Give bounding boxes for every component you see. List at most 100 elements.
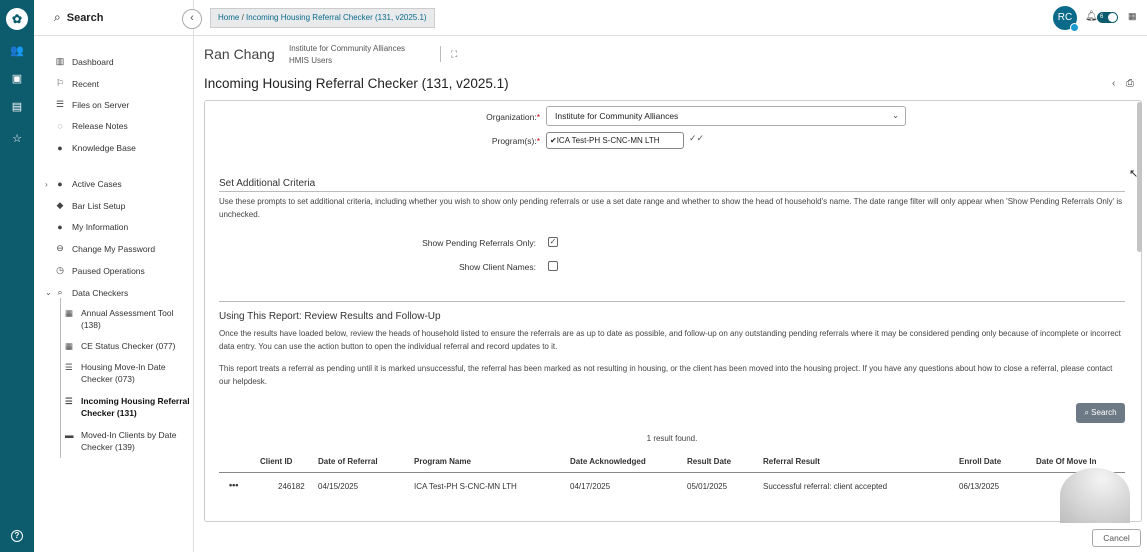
sidebar-search[interactable]: ⌕ Search (34, 0, 193, 36)
calendar-icon: ▦ (65, 341, 74, 351)
sidebar-item-release-notes[interactable]: ◌ Release Notes (54, 121, 127, 131)
bulb-icon: ◌ (57, 121, 63, 131)
org-info: Institute for Community Alliances HMIS U… (289, 43, 405, 67)
page-title: Incoming Housing Referral Checker (131, … (204, 76, 509, 91)
usage-para-1: Once the results have loaded below, revi… (219, 329, 1121, 351)
double-check-icon[interactable]: ✓✓ (689, 133, 704, 144)
top-bar: Home / Incoming Housing Referral Checker… (194, 0, 1147, 36)
help-icon[interactable]: ? (11, 530, 23, 542)
tree-line (60, 298, 61, 458)
row-action-button[interactable]: ••• (229, 480, 238, 490)
flag-icon: ⚐ (55, 78, 65, 88)
cell-program-name: ICA Test-PH S-CNC-MN LTH (414, 482, 517, 491)
column-header[interactable]: Date Of Move In (1036, 457, 1096, 466)
usage-title: Using This Report: Review Results and Fo… (219, 311, 441, 322)
cell-date-of-referral: 04/15/2025 (318, 482, 359, 491)
map-icon: ▥ (55, 56, 65, 66)
person-icon: ● (57, 222, 63, 232)
notification-bell-icon[interactable]: 🔔︎ (1085, 11, 1098, 22)
expand-icon[interactable]: ⛶ (451, 49, 457, 60)
sidebar-item-dashboard[interactable]: ▥ Dashboard (54, 56, 114, 67)
program-chip[interactable]: ✔ICA Test-PH S-CNC-MN LTH (546, 132, 684, 149)
table-header-rule (219, 472, 1125, 473)
sidebar-item-knowledge-base[interactable]: ● Knowledge Base (54, 143, 136, 153)
clients-icon[interactable]: 👥 (0, 44, 34, 57)
client-names-label: Show Client Names: (458, 262, 536, 272)
print-icon[interactable]: ⎙ (1126, 78, 1134, 89)
client-names-checkbox[interactable] (548, 261, 558, 271)
cancel-button[interactable]: Cancel (1092, 529, 1141, 547)
criteria-description: Use these prompts to set additional crit… (219, 197, 1123, 219)
sidebar-item-active-cases[interactable]: › ● Active Cases (45, 179, 122, 189)
calendar-icon[interactable]: ▦ (1128, 11, 1137, 22)
decorative-overlay (1060, 468, 1130, 523)
cell-referral-result: Successful referral: client accepted (763, 482, 888, 491)
result-count: 1 result found. (646, 434, 698, 443)
sidebar-item-files[interactable]: ☰ Files on Server (54, 99, 129, 110)
org-group: HMIS Users (289, 56, 333, 65)
sidebar-item-paused-operations[interactable]: ◷ Paused Operations (54, 265, 145, 276)
mouse-cursor-icon: ↖ (1129, 168, 1139, 180)
check-icon: ✔ (550, 136, 557, 145)
list-icon: ☰ (65, 396, 73, 406)
organization-select[interactable]: Institute for Community Alliances ⌄ (546, 106, 906, 126)
column-header[interactable]: Date Acknowledged (570, 457, 646, 466)
user-name: Ran Chang (204, 46, 275, 62)
sidebar-item-bar-list[interactable]: ◆ Bar List Setup (54, 200, 126, 211)
avatar-badge-icon (1070, 23, 1079, 32)
divider (440, 46, 441, 62)
id-card-icon[interactable]: ▣ (0, 72, 34, 85)
sidebar-subitem-incoming-referral[interactable]: ☰ Incoming Housing Referral Checker (131) (65, 395, 190, 419)
list-icon: ☰ (55, 99, 65, 109)
column-header[interactable]: Enroll Date (959, 457, 1001, 466)
arrow-circle-icon: ⊖ (56, 243, 64, 253)
chevron-left-icon[interactable]: ‹ (1112, 78, 1115, 89)
toggle-knob (1108, 13, 1117, 22)
star-icon[interactable]: ☆ (0, 132, 34, 145)
column-header[interactable]: Referral Result (763, 457, 820, 466)
notification-toggle[interactable]: 6 (1097, 12, 1118, 23)
usage-rule (219, 301, 1125, 302)
avatar[interactable]: RC (1053, 6, 1079, 32)
cell-client-id: 246182 (278, 482, 305, 491)
pending-checkbox[interactable]: ✓ (548, 237, 558, 247)
sidebar-item-change-password[interactable]: ⊖ Change My Password (54, 243, 155, 254)
pending-label: Show Pending Referrals Only: (422, 238, 536, 248)
search-icon: ⌕ (54, 10, 61, 24)
criteria-title: Set Additional Criteria (219, 178, 316, 189)
chevron-down-icon: ⌄ (892, 111, 899, 120)
sidebar: ⌕ Search ‹ ▥ Dashboard ⚐ Recent ☰ Files on … (34, 0, 202, 552)
sidebar-item-my-information[interactable]: ● My Information (54, 222, 128, 232)
sidebar-subitem-ce-status[interactable]: ▦ CE Status Checker (077) (65, 340, 190, 352)
search-icon: ⌕ (57, 287, 63, 297)
sidebar-subitem-move-in-date[interactable]: ☰ Housing Move-In Date Checker (073) (65, 361, 190, 385)
question-icon: ● (57, 143, 63, 153)
sidebar-subitem-annual-assessment[interactable]: ▦ Annual Assessment Tool (138) (65, 307, 190, 331)
sidebar-item-data-checkers[interactable]: ⌄ ⌕ Data Checkers (45, 287, 128, 298)
organization-label: Organization:* (486, 112, 540, 122)
book-icon: ▬ (65, 430, 74, 440)
column-header[interactable]: Result Date (687, 457, 731, 466)
clock-icon: ◷ (56, 265, 64, 275)
sidebar-subitem-moved-in-clients[interactable]: ▬ Moved-In Clients by Date Checker (139) (65, 429, 190, 453)
breadcrumb: Home / Incoming Housing Referral Checker… (210, 8, 435, 28)
chevron-right-icon: › (45, 179, 48, 189)
cell-enroll-date: 06/13/2025 (959, 482, 1000, 491)
column-header[interactable]: Program Name (414, 457, 471, 466)
breadcrumb-home[interactable]: Home (218, 13, 239, 22)
column-header[interactable]: Date of Referral (318, 457, 378, 466)
app-rail: ✿ 👥 ▣ ▤ ☆ ? (0, 0, 34, 552)
calendar-icon: ▦ (65, 308, 74, 318)
cell-result-date: 05/01/2025 (687, 482, 728, 491)
document-icon[interactable]: ▤ (0, 100, 34, 113)
column-header[interactable]: Client ID (260, 457, 292, 466)
list-icon: ☰ (65, 362, 73, 372)
programs-label: Program(s):* (491, 136, 540, 146)
breadcrumb-current[interactable]: Incoming Housing Referral Checker (131, … (246, 13, 427, 22)
sidebar-item-recent[interactable]: ⚐ Recent (54, 78, 99, 89)
chevron-down-icon: ⌄ (45, 288, 52, 297)
search-button[interactable]: ⌕ Search (1076, 403, 1125, 423)
cell-date-acknowledged: 04/17/2025 (570, 482, 611, 491)
criteria-rule (219, 191, 1125, 192)
app-logo-icon[interactable]: ✿ (6, 8, 28, 30)
